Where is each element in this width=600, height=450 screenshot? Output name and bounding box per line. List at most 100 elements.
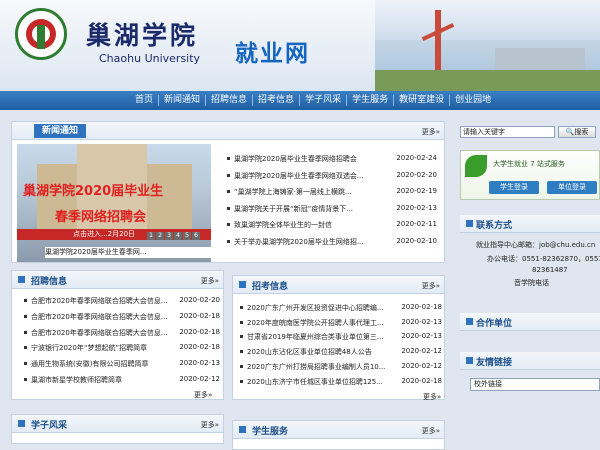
- nav-item[interactable]: 教研室建设: [393, 95, 449, 106]
- list-item[interactable]: 巢湖学院2020届毕业生春季网络双选会... 2020-02-20: [225, 171, 437, 183]
- list-item[interactable]: 2020山东沾化区事业单位招聘48人公告 2020-02-12: [238, 347, 442, 359]
- student-login-button[interactable]: 学生登录: [489, 181, 539, 194]
- bullet-dot-icon: [24, 330, 27, 334]
- logo-bar: [37, 25, 45, 49]
- services-panel: 学生服务 更多»: [232, 420, 445, 450]
- services-more-link[interactable]: 更多»: [422, 426, 440, 436]
- school-name: 巢湖学院: [86, 21, 199, 50]
- slide-thumbnail[interactable]: 6: [192, 232, 200, 240]
- list-item-title[interactable]: 巢湖学院关于开展“新冠”疫情背景下...: [234, 205, 353, 213]
- slide-thumbnail[interactable]: 4: [174, 232, 182, 240]
- list-item-date: 2020-02-13: [401, 317, 442, 326]
- exam-more-link[interactable]: 更多»: [422, 281, 440, 291]
- search-button[interactable]: 🔍搜索: [558, 126, 596, 138]
- list-item-title[interactable]: 巢湖学院2020届毕业生春季网络招聘会: [234, 155, 357, 163]
- bullet-dot-icon: [24, 314, 27, 318]
- list-item-title[interactable]: 2020广东广州打捞局招聘事业编制人员10...: [247, 363, 385, 371]
- unit-login-button[interactable]: 单位登录: [547, 181, 597, 194]
- links-header: 友情链接: [460, 352, 600, 370]
- nav-item[interactable]: 招聘信息: [205, 95, 252, 106]
- nav-item[interactable]: 学生服务: [346, 95, 393, 106]
- slide-thumbnail[interactable]: 1: [147, 232, 155, 240]
- bullet-dot-icon: [227, 223, 230, 226]
- students-panel-title[interactable]: 学子风采: [31, 418, 67, 431]
- list-item-date: 2020-02-10: [396, 236, 437, 245]
- school-logo[interactable]: [15, 8, 67, 60]
- list-item-date: 2020-02-13: [179, 359, 220, 368]
- slide-thumbnail[interactable]: 3: [165, 232, 173, 240]
- list-item[interactable]: 巢湖市新星学校教师招聘简章 2020-02-12: [22, 375, 220, 387]
- list-item[interactable]: “巢湖学院上海铸家·第一届线上横跳... 2020-02-19: [225, 187, 437, 199]
- list-item-date: 2020-02-11: [396, 220, 437, 228]
- list-item[interactable]: 2020广东广州开发区投资促进中心招聘编... 2020-02-18: [238, 303, 442, 315]
- list-item-date: 2020-02-12: [401, 361, 442, 370]
- bullet-dot-icon: [24, 378, 27, 381]
- list-item-title[interactable]: “巢湖学院上海铸家·第一届线上横跳...: [234, 188, 352, 196]
- news-panel-title[interactable]: 新闻通知: [34, 124, 87, 138]
- slideshow-caption[interactable]: 巢湖学院2020届毕业生春季网...: [45, 247, 211, 258]
- nav-item[interactable]: 创业园地: [449, 95, 496, 106]
- exam-panel-header: 招考信息 更多»: [233, 276, 444, 294]
- recruit-more-link[interactable]: 更多»: [201, 276, 219, 286]
- list-item-title[interactable]: 致巢湖学院全体毕业生的一封信: [234, 221, 332, 229]
- search-input[interactable]: 请输入关键字: [460, 126, 555, 138]
- site-name: 就业网: [235, 41, 310, 67]
- list-item-title[interactable]: 宁波银行2020年“梦想起航”招聘简章: [31, 344, 147, 352]
- slide-thumbnail[interactable]: 2: [156, 232, 164, 240]
- list-item-title[interactable]: 2020山东济宁市任城区事业单位招聘125...: [247, 378, 383, 386]
- list-item[interactable]: 2020广东广州打捞局招聘事业编制人员10... 2020-02-12: [238, 362, 442, 374]
- list-item-title[interactable]: 合肥市2020年春季网络联合招聘大会信息...: [31, 329, 168, 337]
- list-item-title[interactable]: 2020广东广州开发区投资促进中心招聘编...: [247, 304, 384, 312]
- list-item-title[interactable]: 关于举办巢湖学院2020届毕业生网络招...: [234, 238, 364, 246]
- list-item-title[interactable]: 合肥市2020年春季网络联合招聘大会信息...: [31, 313, 168, 321]
- bullet-dot-icon: [227, 190, 230, 193]
- list-item-title[interactable]: 巢湖学院2020届毕业生春季网络双选会...: [234, 172, 364, 180]
- list-item-date: 2020-02-20: [179, 296, 220, 304]
- section-bullet-icon: [18, 420, 25, 427]
- photo-headline-2: 春季网络招聘会: [55, 210, 147, 225]
- list-item[interactable]: 2020年度皖南医学院公开招聘人事代理工... 2020-02-13: [238, 318, 442, 330]
- recruit-more-bottom[interactable]: 更多»: [194, 390, 212, 400]
- recruit-panel-title[interactable]: 招聘信息: [31, 274, 67, 287]
- list-item-title[interactable]: 2020年度皖南医学院公开招聘人事代理工...: [247, 319, 384, 327]
- photo-headline-1: 巢湖学院2020届毕业生: [23, 184, 164, 199]
- nav-item[interactable]: 新闻通知: [158, 95, 205, 106]
- list-item[interactable]: 巢湖学院关于开展“新冠”疫情背景下... 2020-02-13: [225, 204, 437, 216]
- nav-item[interactable]: 招考信息: [252, 95, 299, 106]
- list-item[interactable]: 致巢湖学院全体毕业生的一封信 2020-02-11: [225, 220, 437, 232]
- services-panel-title[interactable]: 学生服务: [252, 424, 288, 437]
- exam-panel-title[interactable]: 招考信息: [252, 279, 288, 292]
- news-panel-header: 新闻通知 更多»: [12, 122, 444, 140]
- list-item[interactable]: 甘肃省2019年临夏州综合类事业单位第三... 2020-02-13: [238, 332, 442, 344]
- bullet-dot-icon: [24, 362, 27, 366]
- list-item-title[interactable]: 巢湖市新星学校教师招聘简章: [31, 376, 122, 384]
- partner-header: 合作单位: [460, 313, 600, 331]
- list-item[interactable]: 合肥市2020年春季网络联合招聘大会信息... 2020-02-18: [22, 328, 220, 340]
- list-item-title[interactable]: 通用生物系统(安徽)有限公司招聘简章: [31, 360, 148, 368]
- employment-service-banner[interactable]: 大学生就业 7 站式服务 学生登录 单位登录: [460, 150, 600, 200]
- list-item-title[interactable]: 甘肃省2019年临夏州综合类事业单位第三...: [247, 333, 384, 341]
- list-item[interactable]: 巢湖学院2020届毕业生春季网络招聘会 2020-02-24: [225, 154, 437, 166]
- list-item[interactable]: 2020山东济宁市任城区事业单位招聘125... 2020-02-18: [238, 377, 442, 389]
- photo-building-right: [147, 164, 192, 234]
- bullet-dot-icon: [240, 379, 243, 383]
- students-more-link[interactable]: 更多»: [201, 420, 219, 430]
- list-item-date: 2020-02-13: [396, 203, 437, 212]
- exam-more-bottom[interactable]: 更多»: [423, 392, 441, 402]
- list-item[interactable]: 合肥市2020年春季网络联合招聘大会信息... 2020-02-20: [22, 296, 220, 308]
- news-slideshow-image[interactable]: 巢湖学院2020届毕业生 春季网络招聘会 点击进入...2月20日: [17, 144, 211, 262]
- slideshow-thumbnails: 123456: [147, 232, 201, 240]
- news-more-link[interactable]: 更多»: [422, 127, 440, 137]
- bullet-dot-icon: [227, 206, 230, 210]
- external-links-select[interactable]: 校外链接: [470, 378, 600, 391]
- list-item[interactable]: 宁波银行2020年“梦想起航”招聘简章 2020-02-18: [22, 343, 220, 355]
- nav-item[interactable]: 首页: [130, 95, 158, 106]
- list-item-title[interactable]: 合肥市2020年春季网络联合招聘大会信息...: [31, 297, 168, 305]
- list-item[interactable]: 通用生物系统(安徽)有限公司招聘简章 2020-02-13: [22, 359, 220, 371]
- nav-item[interactable]: 学子风采: [299, 95, 346, 106]
- list-item[interactable]: 合肥市2020年春季网络联合招聘大会信息... 2020-02-18: [22, 312, 220, 324]
- list-item[interactable]: 关于举办巢湖学院2020届毕业生网络招... 2020-02-10: [225, 237, 437, 249]
- list-item-title[interactable]: 2020山东沾化区事业单位招聘48人公告: [247, 348, 372, 356]
- contact-email: 就业指导中心邮箱：job@chu.edu.cn: [476, 241, 596, 249]
- slide-thumbnail[interactable]: 5: [183, 232, 191, 240]
